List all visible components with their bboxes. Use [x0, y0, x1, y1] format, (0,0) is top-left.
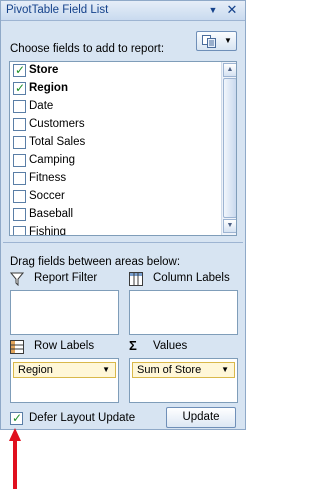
field-checkbox-fitness[interactable]: [13, 172, 26, 185]
row-labels-field-pill[interactable]: Region ▼: [13, 362, 116, 378]
column-labels-drop-area[interactable]: [129, 290, 238, 335]
field-checkbox-region[interactable]: ✓: [13, 81, 26, 95]
drag-fields-label: Drag fields between areas below:: [10, 256, 181, 268]
row-labels-title: Row Labels: [34, 340, 95, 352]
window-title: PivotTable Field List: [6, 4, 109, 16]
field-label: Fitness: [29, 172, 67, 184]
values-title: Values: [153, 340, 188, 352]
field-label: Store: [29, 64, 59, 76]
field-list[interactable]: ✓ Store ✓ Region Date Customers Total Sa…: [9, 61, 237, 236]
pivottable-field-list-panel: PivotTable Field List ▼ ✕ Choose fields …: [0, 0, 246, 430]
row-labels-drop-area[interactable]: Region ▼: [10, 358, 119, 403]
field-item-region[interactable]: ✓ Region: [10, 80, 222, 98]
field-item-soccer[interactable]: Soccer: [10, 188, 222, 206]
field-item-camping[interactable]: Camping: [10, 152, 222, 170]
report-filter-title: Report Filter: [34, 272, 98, 284]
field-label: Customers: [29, 118, 85, 130]
column-labels-header: Column Labels: [129, 271, 241, 287]
chevron-down-icon[interactable]: ▼: [102, 365, 110, 374]
field-list-layout-button[interactable]: ▼: [196, 31, 237, 51]
field-checkbox-fishing[interactable]: [13, 226, 26, 235]
field-item-total-sales[interactable]: Total Sales: [10, 134, 222, 152]
defer-layout-update-checkbox[interactable]: ✓: [10, 411, 23, 425]
field-label: Fishing: [29, 226, 67, 236]
column-labels-title: Column Labels: [153, 272, 230, 284]
row-labels-icon: [10, 340, 24, 354]
field-item-date[interactable]: Date: [10, 98, 222, 116]
field-item-baseball[interactable]: Baseball: [10, 206, 222, 224]
checkmark-icon: ✓: [12, 411, 23, 425]
values-field-pill[interactable]: Sum of Store ▼: [132, 362, 235, 378]
field-item-customers[interactable]: Customers: [10, 116, 222, 134]
field-item-fishing[interactable]: Fishing: [10, 224, 222, 236]
caret-down-icon[interactable]: ▼: [206, 3, 220, 17]
field-checkbox-baseball[interactable]: [13, 208, 26, 221]
field-label: Camping: [29, 154, 76, 166]
defer-layout-update-label: Defer Layout Update: [29, 412, 136, 424]
report-filter-drop-area[interactable]: [10, 290, 119, 335]
field-label: Total Sales: [29, 136, 86, 148]
field-item-store[interactable]: ✓ Store: [10, 62, 222, 80]
field-list-layout-icon: [202, 35, 216, 48]
title-bar[interactable]: PivotTable Field List ▼ ✕: [1, 1, 245, 21]
close-icon[interactable]: ✕: [225, 2, 239, 17]
field-label: Soccer: [29, 190, 65, 202]
field-checkbox-soccer[interactable]: [13, 190, 26, 203]
update-button[interactable]: Update: [166, 407, 236, 428]
row-labels-header: Row Labels: [10, 339, 120, 355]
field-label: Region: [29, 82, 68, 94]
filter-icon: [10, 272, 24, 286]
sigma-icon: Σ: [129, 338, 137, 353]
pill-label: Region: [18, 364, 53, 376]
annotation-arrow-icon: [9, 428, 21, 489]
values-drop-area[interactable]: Sum of Store ▼: [129, 358, 238, 403]
choose-fields-label: Choose fields to add to report:: [10, 43, 165, 55]
report-filter-header: Report Filter: [10, 271, 120, 287]
field-checkbox-total-sales[interactable]: [13, 136, 26, 149]
field-checkbox-camping[interactable]: [13, 154, 26, 167]
field-checkbox-date[interactable]: [13, 100, 26, 113]
scroll-up-icon[interactable]: ▲: [223, 63, 236, 77]
field-label: Baseball: [29, 208, 74, 220]
column-labels-icon: [129, 272, 143, 286]
section-splitter[interactable]: [3, 242, 243, 243]
field-list-scrollbar[interactable]: ▲ ▼: [221, 62, 236, 235]
values-header: Σ Values: [129, 339, 241, 355]
scrollbar-thumb[interactable]: [223, 78, 236, 218]
pill-label: Sum of Store: [137, 364, 202, 376]
field-checkbox-store[interactable]: ✓: [13, 63, 26, 77]
field-item-fitness[interactable]: Fitness: [10, 170, 222, 188]
checkmark-icon: ✓: [15, 81, 26, 95]
chevron-down-icon[interactable]: ▼: [221, 365, 229, 374]
chevron-down-icon: ▼: [224, 36, 232, 45]
field-label: Date: [29, 100, 54, 112]
scroll-down-icon[interactable]: ▼: [223, 219, 236, 233]
field-checkbox-customers[interactable]: [13, 118, 26, 131]
checkmark-icon: ✓: [15, 63, 26, 77]
